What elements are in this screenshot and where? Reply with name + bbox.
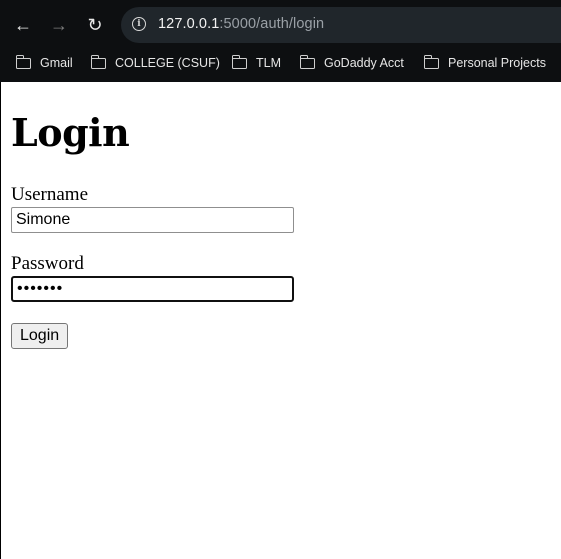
bookmark-tlm[interactable]: TLM: [232, 54, 281, 72]
login-button[interactable]: Login: [11, 323, 69, 349]
bookmark-label: COLLEGE (CSUF): [115, 56, 220, 70]
url-text[interactable]: 127.0.0.1:5000/auth/login: [158, 16, 324, 32]
password-input[interactable]: [11, 276, 294, 302]
bookmark-godaddy-acct[interactable]: GoDaddy Acct: [300, 54, 404, 72]
url-host: 127.0.0.1: [158, 16, 220, 32]
address-bar[interactable]: i 127.0.0.1:5000/auth/login: [121, 7, 561, 43]
browser-chrome: ← → ↻ i 127.0.0.1:5000/auth/login Gmail …: [0, 0, 561, 82]
folder-icon: [424, 54, 439, 69]
password-label: Password: [11, 253, 84, 274]
page-content: Login Username Password Login: [0, 82, 561, 559]
bookmark-personal-projects[interactable]: Personal Projects: [424, 54, 546, 72]
bookmarks-bar: Gmail COLLEGE (CSUF) TLM GoDaddy Acct Pe…: [0, 50, 561, 76]
username-input[interactable]: [11, 207, 294, 233]
browser-toolbar: ← → ↻ i 127.0.0.1:5000/auth/login: [0, 0, 561, 50]
url-path: :5000/auth/login: [219, 16, 325, 32]
bookmark-label: GoDaddy Acct: [324, 56, 404, 70]
bookmark-label: Personal Projects: [448, 56, 546, 70]
bookmark-college-csuf[interactable]: COLLEGE (CSUF): [91, 54, 220, 72]
folder-icon: [232, 54, 247, 69]
arrow-right-icon[interactable]: →: [47, 13, 71, 37]
page-title: Login: [11, 110, 130, 155]
bookmark-gmail[interactable]: Gmail: [16, 54, 73, 72]
bookmark-label: Gmail: [40, 56, 73, 70]
info-icon[interactable]: i: [132, 17, 146, 31]
reload-icon[interactable]: ↻: [83, 13, 107, 37]
username-label: Username: [11, 184, 89, 205]
bookmark-label: TLM: [256, 56, 281, 70]
folder-icon: [91, 54, 106, 69]
folder-icon: [300, 54, 315, 69]
folder-icon: [16, 54, 31, 69]
arrow-left-icon[interactable]: ←: [11, 13, 35, 37]
